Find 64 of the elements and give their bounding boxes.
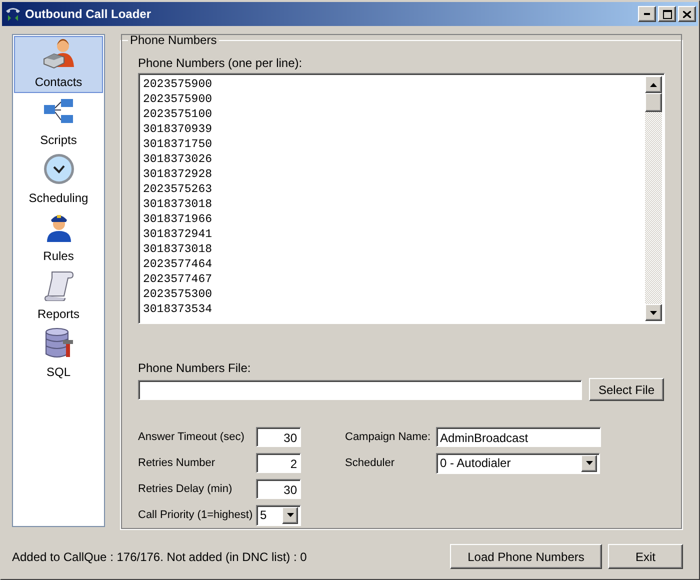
minimize-button[interactable]: [638, 6, 656, 22]
phone-number: 2023577464: [143, 257, 214, 272]
input-field[interactable]: AdminBroadcast: [436, 427, 601, 447]
file-path-field[interactable]: [138, 380, 582, 400]
phone-number: 3018370939: [143, 122, 214, 137]
sidebar-item[interactable]: Scheduling: [14, 152, 103, 209]
input-field[interactable]: 2: [256, 453, 301, 473]
field-label: Call Priority (1=highest): [138, 509, 254, 521]
field-label: Retries Number: [138, 457, 216, 469]
field-label: Answer Timeout (sec): [138, 431, 246, 443]
exit-button[interactable]: Exit: [608, 544, 683, 569]
group-title: Phone Numbers: [129, 33, 218, 47]
sidebar-item[interactable]: Reports: [14, 268, 103, 325]
field-label: Phone Numbers File:: [138, 361, 252, 375]
phone-number: 3018371750: [143, 137, 214, 152]
phone-number: 2023577467: [143, 272, 214, 287]
input-field[interactable]: 30: [256, 479, 301, 499]
phone-list[interactable]: 2023575900 2023575900 2023575100 3018370939 3018371750 3018373026 3018372928 2023575263 3018373018 3018371966 3018372941 3018373018 2023577464 2023577467 2023575300 3018373534: [138, 73, 665, 324]
phone-number: 2023575900: [143, 92, 214, 107]
phone-number: 2023575300: [143, 287, 214, 302]
dropdown[interactable]: 0 - Autodialer: [436, 452, 600, 474]
up-arrow-icon: [650, 82, 657, 86]
field-label: Campaign Name:: [345, 431, 432, 443]
down-arrow-icon: [286, 513, 294, 517]
contact-phone-icon: [42, 37, 76, 69]
sidebar-item[interactable]: SQL: [14, 326, 103, 383]
phone-number: 3018373534: [143, 302, 214, 317]
field-label: Phone Numbers (one per line):: [138, 56, 304, 70]
phone-number: 2023575100: [143, 107, 214, 122]
scroll-icon: [42, 269, 74, 301]
phone-number: 3018373018: [143, 197, 214, 212]
phone-number: 2023575900: [143, 77, 214, 92]
maximize-icon: [662, 10, 672, 18]
select-file-button[interactable]: Select File: [589, 378, 664, 401]
input-field[interactable]: 30: [256, 427, 301, 447]
down-arrow-icon: [650, 310, 657, 314]
flowchart-icon: [42, 98, 74, 124]
phone-number: 3018373018: [143, 242, 214, 257]
phone-number: 3018372928: [143, 167, 214, 182]
phone-number: 3018372941: [143, 227, 214, 242]
close-icon: [683, 10, 691, 18]
phone-number: 2023575263: [143, 182, 214, 197]
minimize-icon: [644, 13, 650, 15]
load-button[interactable]: Load Phone Numbers: [450, 544, 602, 569]
sidebar-item[interactable]: Scripts: [14, 94, 103, 151]
maximize-button[interactable]: [658, 6, 676, 22]
database-icon: [44, 327, 74, 359]
status-text: Added to CallQue : 176/176. Not added (in DNC list) : 0: [12, 550, 308, 564]
phone-number: 3018373026: [143, 152, 214, 167]
scroll-thumb[interactable]: [645, 93, 662, 112]
dropdown[interactable]: 5: [256, 504, 301, 526]
field-label: Retries Delay (min): [138, 483, 234, 495]
field-label: Scheduler: [345, 457, 396, 469]
close-button[interactable]: [678, 6, 696, 22]
sidebar-item[interactable]: Rules: [14, 210, 103, 267]
phone-number: 3018371966: [143, 212, 214, 227]
scroll-up-button[interactable]: [645, 76, 662, 93]
scroll-down-button[interactable]: [645, 304, 662, 321]
clock-icon: [42, 153, 74, 185]
sidebar-item[interactable]: Contacts: [14, 36, 103, 93]
down-arrow-icon: [586, 461, 592, 465]
scrollbar[interactable]: [645, 76, 662, 321]
window-title: Outbound Call Loader: [25, 7, 152, 21]
phone-arrows-icon: [5, 6, 21, 22]
